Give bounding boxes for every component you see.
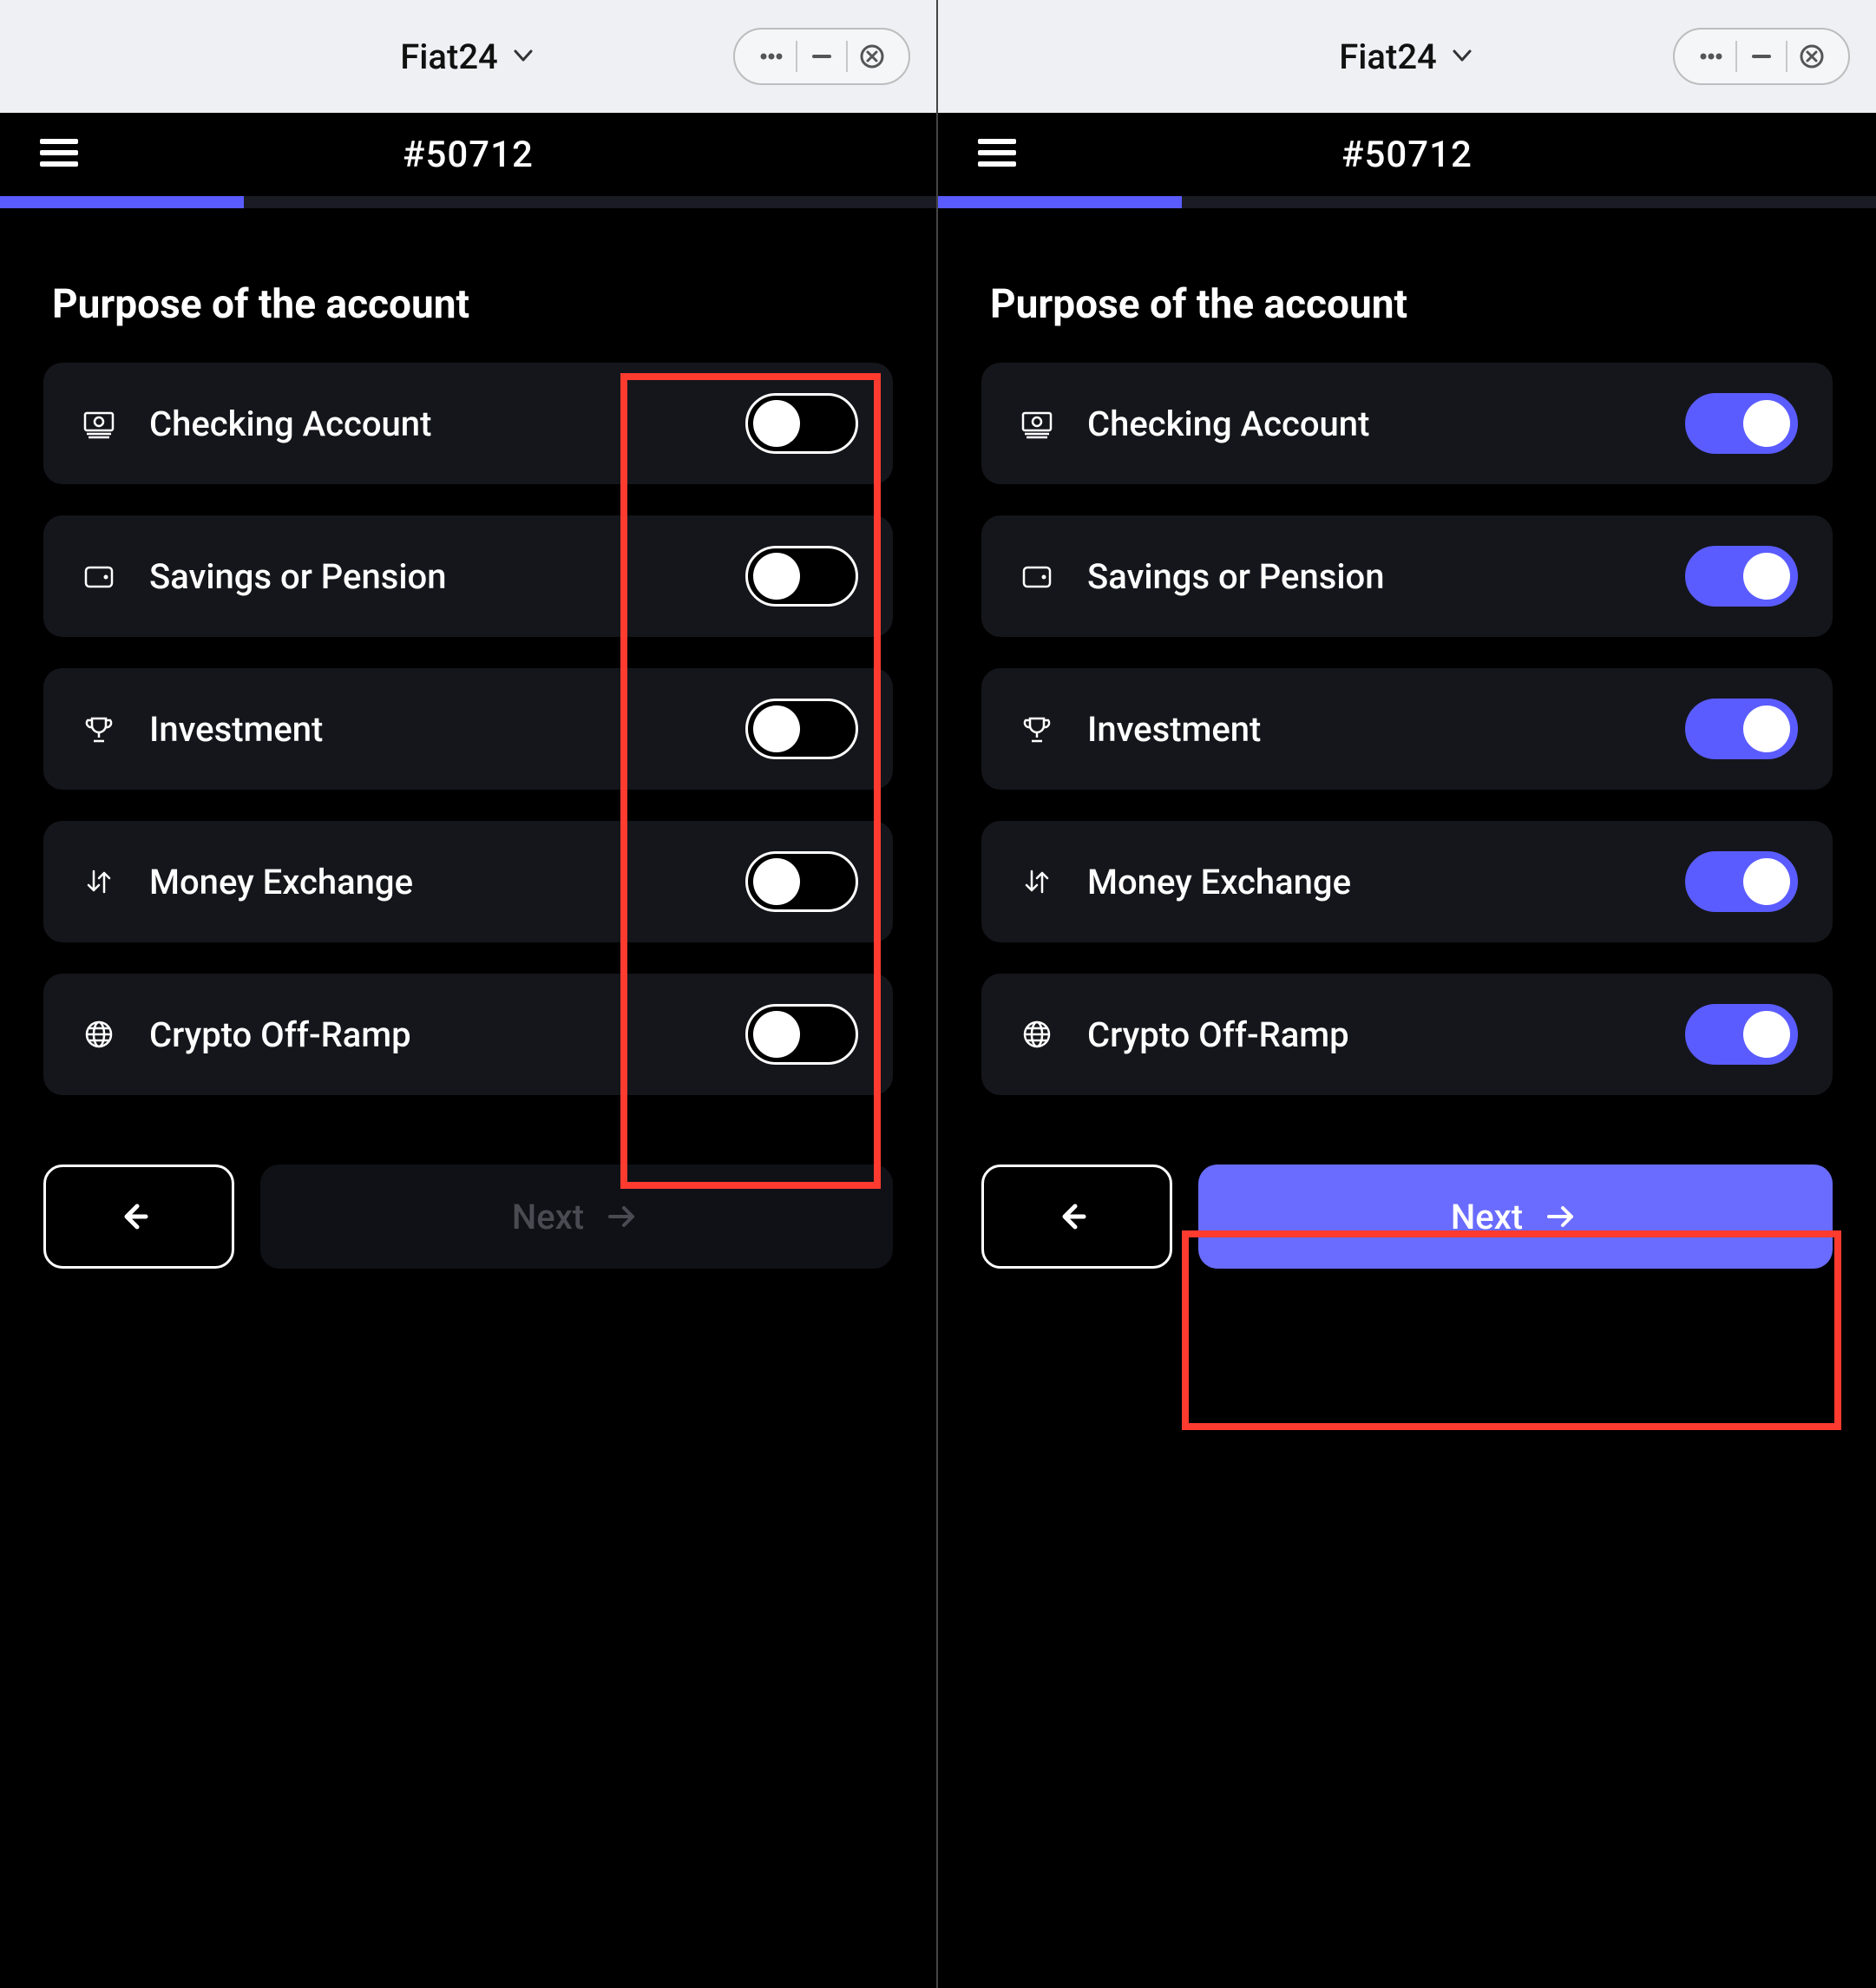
option-label: Investment [1087,709,1656,750]
toggle-investment[interactable] [1685,699,1798,759]
mini-program-top-bar: Fiat24 [0,0,936,113]
options-list: Checking Account Savings or Pension Inve… [981,363,1833,1095]
section-title: Purpose of the account [990,281,1833,328]
section-title: Purpose of the account [52,281,893,328]
toggle-investment[interactable] [745,699,858,759]
mini-program-capsule [1673,28,1850,85]
progress-fill [938,196,1182,208]
minimize-icon[interactable] [1737,30,1786,83]
toggle-exchange[interactable] [1685,851,1798,912]
title-chevron-down-icon[interactable] [510,36,536,77]
close-icon[interactable] [848,30,896,83]
cash-icon [78,403,120,444]
toggle-checking[interactable] [1685,393,1798,454]
left-pane: Fiat24 #50712 Purpose of the account [0,0,938,1988]
trophy-icon [1016,708,1058,750]
trophy-icon [78,708,120,750]
wallet-icon [78,555,120,597]
option-row-crypto: Crypto Off-Ramp [981,974,1833,1095]
wallet-icon [1016,555,1058,597]
toggle-savings[interactable] [1685,546,1798,607]
option-row-checking: Checking Account [981,363,1833,484]
hamburger-menu-icon[interactable] [973,128,1021,180]
more-icon[interactable] [747,30,796,83]
progress-fill [0,196,244,208]
next-button-label: Next [1451,1197,1523,1237]
next-button[interactable]: Next [260,1165,893,1269]
mini-program-title: Fiat24 [1339,36,1437,77]
toggle-savings[interactable] [745,546,858,607]
option-label: Checking Account [149,404,716,444]
option-row-savings: Savings or Pension [43,515,893,637]
option-row-crypto: Crypto Off-Ramp [43,974,893,1095]
option-label: Crypto Off-Ramp [1087,1014,1656,1055]
option-label: Money Exchange [149,862,716,902]
bottom-nav: Next [43,1165,893,1269]
mini-program-top-bar: Fiat24 [938,0,1876,113]
exchange-icon [1016,861,1058,902]
option-label: Checking Account [1087,404,1656,444]
options-list: Checking Account Savings or Pension Inve… [43,363,893,1095]
option-label: Savings or Pension [1087,556,1656,597]
next-button-label: Next [512,1197,584,1237]
option-label: Crypto Off-Ramp [149,1014,716,1055]
close-icon[interactable] [1787,30,1836,83]
more-icon[interactable] [1687,30,1735,83]
exchange-icon [78,861,120,902]
option-row-investment: Investment [981,668,1833,790]
title-chevron-down-icon[interactable] [1449,36,1475,77]
toggle-checking[interactable] [745,393,858,454]
option-label: Investment [149,709,716,750]
app-header: #50712 [0,113,936,196]
option-row-exchange: Money Exchange [981,821,1833,942]
toggle-crypto[interactable] [745,1004,858,1065]
option-row-investment: Investment [43,668,893,790]
bottom-nav: Next [981,1165,1833,1269]
toggle-exchange[interactable] [745,851,858,912]
progress-track [0,196,936,208]
mini-program-capsule [733,28,910,85]
next-button[interactable]: Next [1198,1165,1833,1269]
back-button[interactable] [981,1165,1172,1269]
account-id: #50712 [938,134,1876,176]
option-label: Money Exchange [1087,862,1656,902]
option-row-exchange: Money Exchange [43,821,893,942]
option-row-checking: Checking Account [43,363,893,484]
account-id: #50712 [0,134,936,176]
toggle-crypto[interactable] [1685,1004,1798,1065]
option-row-savings: Savings or Pension [981,515,1833,637]
app-header: #50712 [938,113,1876,196]
option-label: Savings or Pension [149,556,716,597]
globe-icon [78,1014,120,1055]
mini-program-title: Fiat24 [400,36,498,77]
progress-track [938,196,1876,208]
globe-icon [1016,1014,1058,1055]
minimize-icon[interactable] [797,30,846,83]
back-button[interactable] [43,1165,234,1269]
hamburger-menu-icon[interactable] [35,128,83,180]
right-pane: Fiat24 #50712 Purpose of the account [938,0,1876,1988]
cash-icon [1016,403,1058,444]
